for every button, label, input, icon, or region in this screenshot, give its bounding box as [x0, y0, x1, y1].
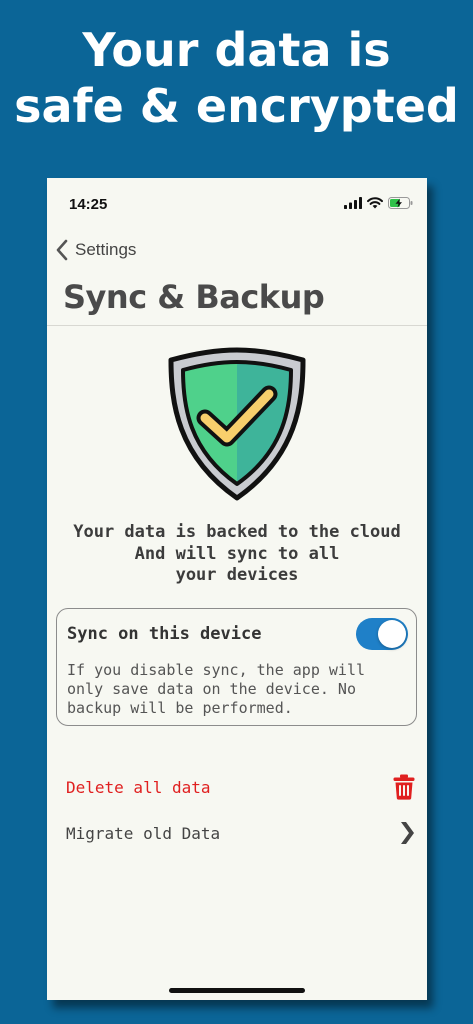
- phone-screen: 14:25 Settings Sync & Backup Your data i…: [47, 178, 427, 1000]
- sync-toggle-label: Sync on this device: [67, 624, 262, 644]
- signal-icon: [344, 197, 362, 209]
- sync-info-line2: And will sync to all: [134, 543, 340, 564]
- battery-charging-icon: [388, 197, 413, 209]
- sync-description-line1: If you disable sync, the app will: [67, 661, 366, 679]
- shield-check-icon: [168, 347, 306, 501]
- sync-toggle-knob: [378, 620, 406, 648]
- sync-settings-card: Sync on this device If you disable sync,…: [56, 608, 417, 726]
- home-indicator[interactable]: [169, 988, 305, 993]
- sync-info-line1: Your data is backed to the cloud: [73, 522, 401, 542]
- sync-description-line3: backup will be performed.: [67, 699, 293, 717]
- page-title: Sync & Backup: [63, 278, 325, 316]
- sync-info-text: Your data is backed to the cloud And wil…: [47, 522, 427, 587]
- status-icons: [344, 197, 413, 209]
- sync-toggle[interactable]: [356, 618, 408, 650]
- sync-description: If you disable sync, the app will only s…: [67, 661, 412, 718]
- header-divider: [47, 325, 427, 326]
- delete-all-data-label: Delete all data: [66, 778, 211, 797]
- promo-headline-line2: safe & encrypted: [14, 79, 459, 133]
- migrate-old-data-label: Migrate old Data: [66, 824, 221, 843]
- promo-headline-line1: Your data is: [82, 23, 391, 77]
- migrate-old-data-button[interactable]: Migrate old Data: [47, 814, 427, 854]
- back-button[interactable]: Settings: [55, 238, 136, 262]
- promo-headline: Your data is safe & encrypted: [0, 22, 473, 134]
- status-bar: 14:25: [47, 178, 427, 228]
- wifi-icon: [367, 197, 383, 209]
- status-time: 14:25: [69, 196, 108, 213]
- sync-info-line3: your devices: [175, 565, 299, 585]
- back-button-label: Settings: [75, 240, 137, 259]
- chevron-left-icon: [56, 239, 68, 261]
- trash-icon[interactable]: [393, 774, 415, 800]
- delete-all-data-button[interactable]: Delete all data: [47, 768, 427, 808]
- chevron-right-icon: [401, 822, 414, 844]
- sync-description-line2: only save data on the device. No: [67, 680, 356, 698]
